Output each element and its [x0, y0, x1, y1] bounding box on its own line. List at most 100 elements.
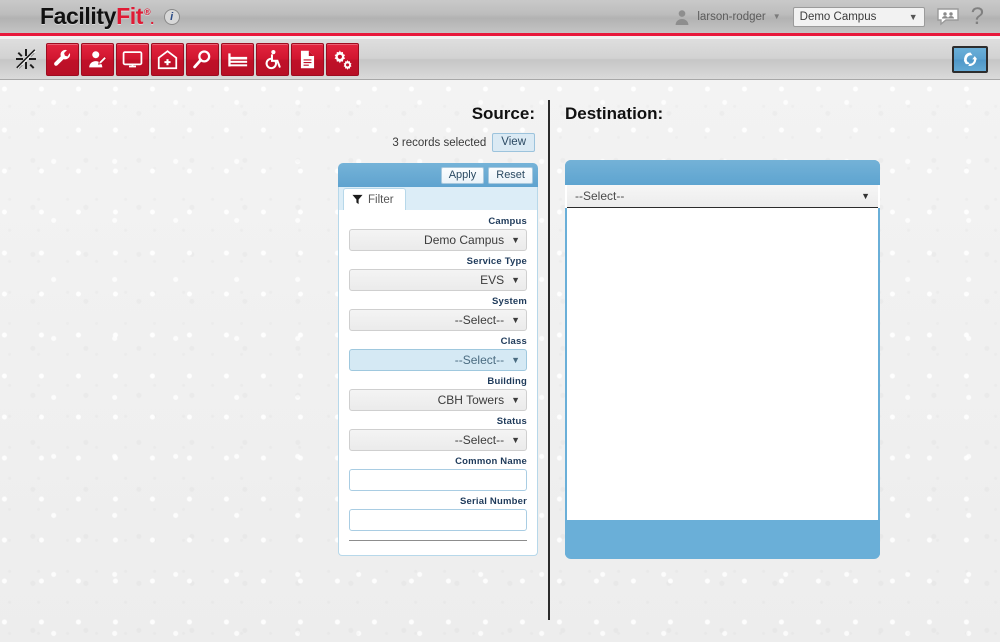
records-selected-label: 3 records selected: [392, 137, 486, 149]
reset-button[interactable]: Reset: [488, 167, 533, 184]
destination-select[interactable]: --Select-- ▼: [567, 185, 878, 208]
filter-divider: [349, 540, 527, 541]
toolbar-button-search[interactable]: [186, 43, 219, 76]
toolbar-button-equipment[interactable]: [116, 43, 149, 76]
filter-field-label: Building: [349, 376, 527, 387]
destination-select-value: --Select--: [575, 189, 624, 203]
filter-field: Building CBH Towers ▼: [349, 376, 527, 411]
source-tabstrip: Filter: [338, 187, 538, 210]
destination-select-wrap: --Select-- ▼: [565, 185, 880, 208]
funnel-icon: [352, 194, 363, 205]
app-header: FacilityFit®. i larson-rodger ▼ Demo Cam…: [0, 0, 1000, 36]
tab-filter[interactable]: Filter: [343, 188, 406, 210]
user-menu[interactable]: larson-rodger ▼: [674, 9, 780, 25]
tab-filter-label: Filter: [368, 194, 394, 206]
filter-select-value: EVS: [480, 273, 504, 287]
app-logo[interactable]: FacilityFit®.: [40, 3, 154, 30]
filter-select-campus[interactable]: Demo Campus ▼: [349, 229, 527, 251]
chevron-down-icon: ▼: [861, 191, 870, 201]
toolbar-button-staff[interactable]: [81, 43, 114, 76]
user-edit-icon: [87, 49, 108, 70]
toolbar-button-accessibility[interactable]: [256, 43, 289, 76]
help-question-icon[interactable]: ?: [971, 5, 984, 29]
filter-select-system[interactable]: --Select-- ▼: [349, 309, 527, 331]
view-button[interactable]: View: [492, 133, 535, 152]
gears-icon: [332, 49, 353, 70]
refresh-button[interactable]: [952, 46, 988, 73]
filter-fields-container: CampusDemo Campus▼Service TypeEVS▼System…: [338, 210, 538, 556]
filter-input-common-name[interactable]: [349, 469, 527, 491]
logo-dot: .: [150, 11, 154, 27]
toolbar-button-beds[interactable]: [221, 43, 254, 76]
chevron-down-icon: ▼: [773, 12, 781, 21]
user-avatar-icon: [674, 9, 690, 25]
magnifier-icon: [192, 49, 213, 70]
info-circle-icon[interactable]: i: [164, 9, 180, 25]
chevron-down-icon: ▼: [909, 12, 918, 22]
filter-field-label: Serial Number: [349, 496, 527, 507]
filter-input-serial-number[interactable]: [349, 509, 527, 531]
filter-field: Common Name: [349, 456, 527, 491]
filter-select-class[interactable]: --Select-- ▼: [349, 349, 527, 371]
filter-field: Class --Select-- ▼: [349, 336, 527, 371]
main-toolbar: [0, 39, 1000, 80]
filter-field: Status --Select-- ▼: [349, 416, 527, 451]
filter-select-value: Demo Campus: [424, 233, 504, 247]
filter-select-value: --Select--: [455, 313, 504, 327]
wheelchair-icon: [262, 49, 283, 70]
toolbar-button-facility[interactable]: [151, 43, 184, 76]
filter-select-value: CBH Towers: [438, 393, 504, 407]
toolbar-button-reports[interactable]: [291, 43, 324, 76]
toolbar-button-maintenance[interactable]: [46, 43, 79, 76]
campus-select[interactable]: Demo Campus ▼: [793, 7, 925, 27]
logo-trademark: ®: [144, 7, 150, 17]
burst-slash-icon[interactable]: [8, 44, 44, 74]
header-right-group: larson-rodger ▼ Demo Campus ▼ ?: [674, 5, 984, 29]
filter-field-label: Service Type: [349, 256, 527, 267]
filter-field: System --Select-- ▼: [349, 296, 527, 331]
vertical-divider: [548, 100, 550, 620]
filter-field-label: Status: [349, 416, 527, 427]
filter-select-building[interactable]: CBH Towers ▼: [349, 389, 527, 411]
filter-select-status[interactable]: --Select-- ▼: [349, 429, 527, 451]
user-name-label: larson-rodger: [697, 11, 765, 23]
campus-select-value: Demo Campus: [800, 11, 877, 23]
filter-field-label: Class: [349, 336, 527, 347]
source-filter-panel: Apply Reset Filter CampusDemo Campus▼Ser…: [338, 163, 538, 556]
destination-panel-header: [565, 160, 880, 185]
toolbar-right-group: [952, 46, 988, 73]
chevron-down-icon: ▼: [511, 435, 520, 445]
logo-facility-text: Facility: [40, 3, 116, 30]
chevron-down-icon: ▼: [511, 275, 520, 285]
hospital-home-icon: [157, 49, 178, 70]
apply-button[interactable]: Apply: [441, 167, 485, 184]
filter-field-label: Common Name: [349, 456, 527, 467]
filter-field: Service Type EVS ▼: [349, 256, 527, 291]
destination-panel: --Select-- ▼: [565, 160, 880, 559]
destination-panel-footer: [565, 520, 880, 555]
filter-field-label: Campus: [349, 216, 527, 227]
people-chat-icon[interactable]: [937, 8, 959, 26]
chevron-down-icon: ▼: [511, 315, 520, 325]
bed-icon: [227, 49, 248, 70]
filter-select-service-type[interactable]: EVS ▼: [349, 269, 527, 291]
destination-page-title: Destination:: [565, 104, 663, 124]
chevron-down-icon: ▼: [511, 355, 520, 365]
toolbar-button-settings[interactable]: [326, 43, 359, 76]
destination-list-body[interactable]: [567, 208, 878, 520]
recycle-refresh-icon: [960, 49, 980, 69]
document-icon: [297, 49, 318, 70]
filter-select-value: --Select--: [455, 433, 504, 447]
source-page-title: Source:: [350, 104, 535, 124]
filter-field-label: System: [349, 296, 527, 307]
records-selected-row: 3 records selected View: [340, 133, 535, 152]
filter-field: Serial Number: [349, 496, 527, 531]
chevron-down-icon: ▼: [511, 395, 520, 405]
filter-field: Campus Demo Campus ▼: [349, 216, 527, 251]
logo-fit-text: Fit: [116, 3, 143, 30]
wrench-icon: [52, 49, 73, 70]
chevron-down-icon: ▼: [511, 235, 520, 245]
monitor-icon: [122, 49, 143, 70]
source-panel-header: Apply Reset: [338, 163, 538, 187]
filter-select-value: --Select--: [455, 353, 504, 367]
